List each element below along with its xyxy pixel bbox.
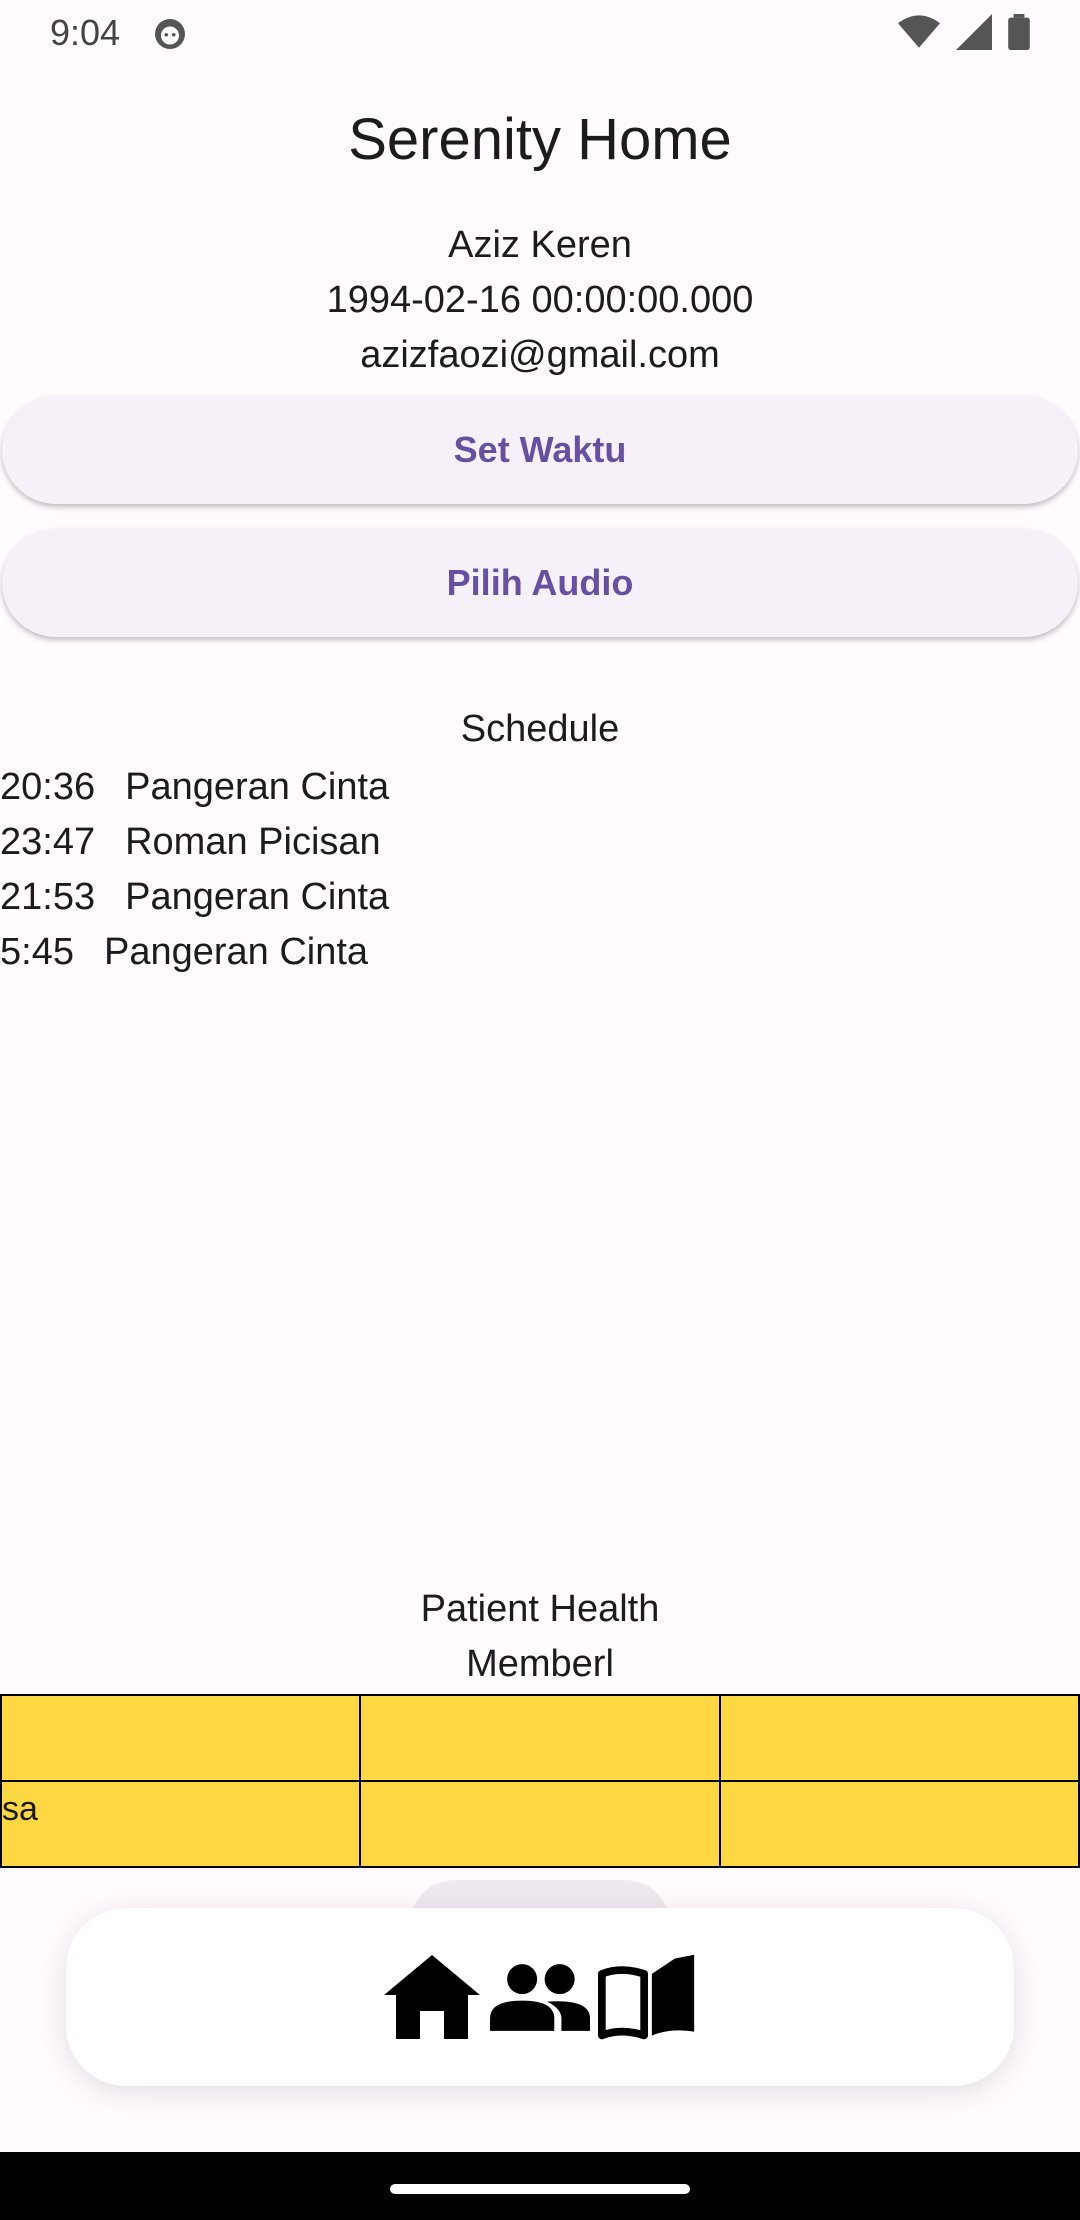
gesture-handle[interactable] xyxy=(390,2184,690,2194)
table-cell xyxy=(718,1780,1080,1868)
profile-email: azizfaozi@gmail.com xyxy=(360,334,720,376)
health-subtitle: Memberl xyxy=(466,1643,614,1685)
schedule-title: Schedule xyxy=(460,708,620,750)
health-table: sa xyxy=(0,1694,1080,1868)
status-time: 9:04 xyxy=(50,12,121,53)
bottom-nav xyxy=(66,1908,1014,2086)
table-cell-text: sa xyxy=(2,1790,38,1828)
status-bar: 9:04 xyxy=(0,0,1080,66)
schedule-time: 21:53 xyxy=(0,876,96,918)
schedule-time: 23:47 xyxy=(0,821,96,863)
schedule-item: 21:53 Pangeran Cinta xyxy=(0,870,389,925)
schedule-audio: Pangeran Cinta xyxy=(125,876,390,918)
schedule-item: 23:47 Roman Picisan xyxy=(0,815,389,870)
app-notification-icon xyxy=(155,19,185,49)
table-cell xyxy=(359,1694,721,1782)
schedule-time: 20:36 xyxy=(0,766,96,808)
table-cell xyxy=(718,1694,1080,1782)
schedule-audio: Pangeran Cinta xyxy=(103,931,369,973)
table-cell-text xyxy=(2,1696,359,1706)
table-cell xyxy=(0,1694,362,1782)
table-row xyxy=(0,1694,1080,1782)
profile-name: Aziz Keren xyxy=(448,224,632,266)
home-icon[interactable] xyxy=(382,1947,482,2047)
page-title: Serenity Home xyxy=(348,107,732,172)
table-cell-text xyxy=(721,1782,1078,1792)
profile-birthdate: 1994-02-16 00:00:00.000 xyxy=(326,279,754,321)
schedule-time: 5:45 xyxy=(0,931,74,973)
table-cell xyxy=(359,1780,721,1868)
wifi-icon xyxy=(898,15,940,48)
set-time-button[interactable]: Set Waktu xyxy=(2,396,1078,504)
schedule-item: 20:36 Pangeran Cinta xyxy=(0,760,389,815)
schedule-audio: Pangeran Cinta xyxy=(125,766,390,808)
battery-icon xyxy=(1008,14,1030,50)
choose-audio-button[interactable]: Pilih Audio xyxy=(2,529,1078,637)
health-title: Patient Health xyxy=(420,1588,660,1630)
table-row: sa xyxy=(0,1780,1080,1868)
people-icon[interactable] xyxy=(490,1947,590,2047)
table-cell-text xyxy=(361,1696,718,1706)
schedule-list: 20:36 Pangeran Cinta 23:47 Roman Picisan 2… xyxy=(0,760,389,980)
table-cell-text xyxy=(721,1696,1078,1706)
book-icon[interactable] xyxy=(598,1947,698,2047)
signal-icon xyxy=(956,14,992,50)
schedule-audio: Roman Picisan xyxy=(125,821,381,863)
schedule-item: 5:45 Pangeran Cinta xyxy=(0,925,389,980)
table-cell: sa xyxy=(0,1780,362,1868)
table-cell-text xyxy=(361,1782,718,1792)
status-icons xyxy=(898,14,1030,50)
